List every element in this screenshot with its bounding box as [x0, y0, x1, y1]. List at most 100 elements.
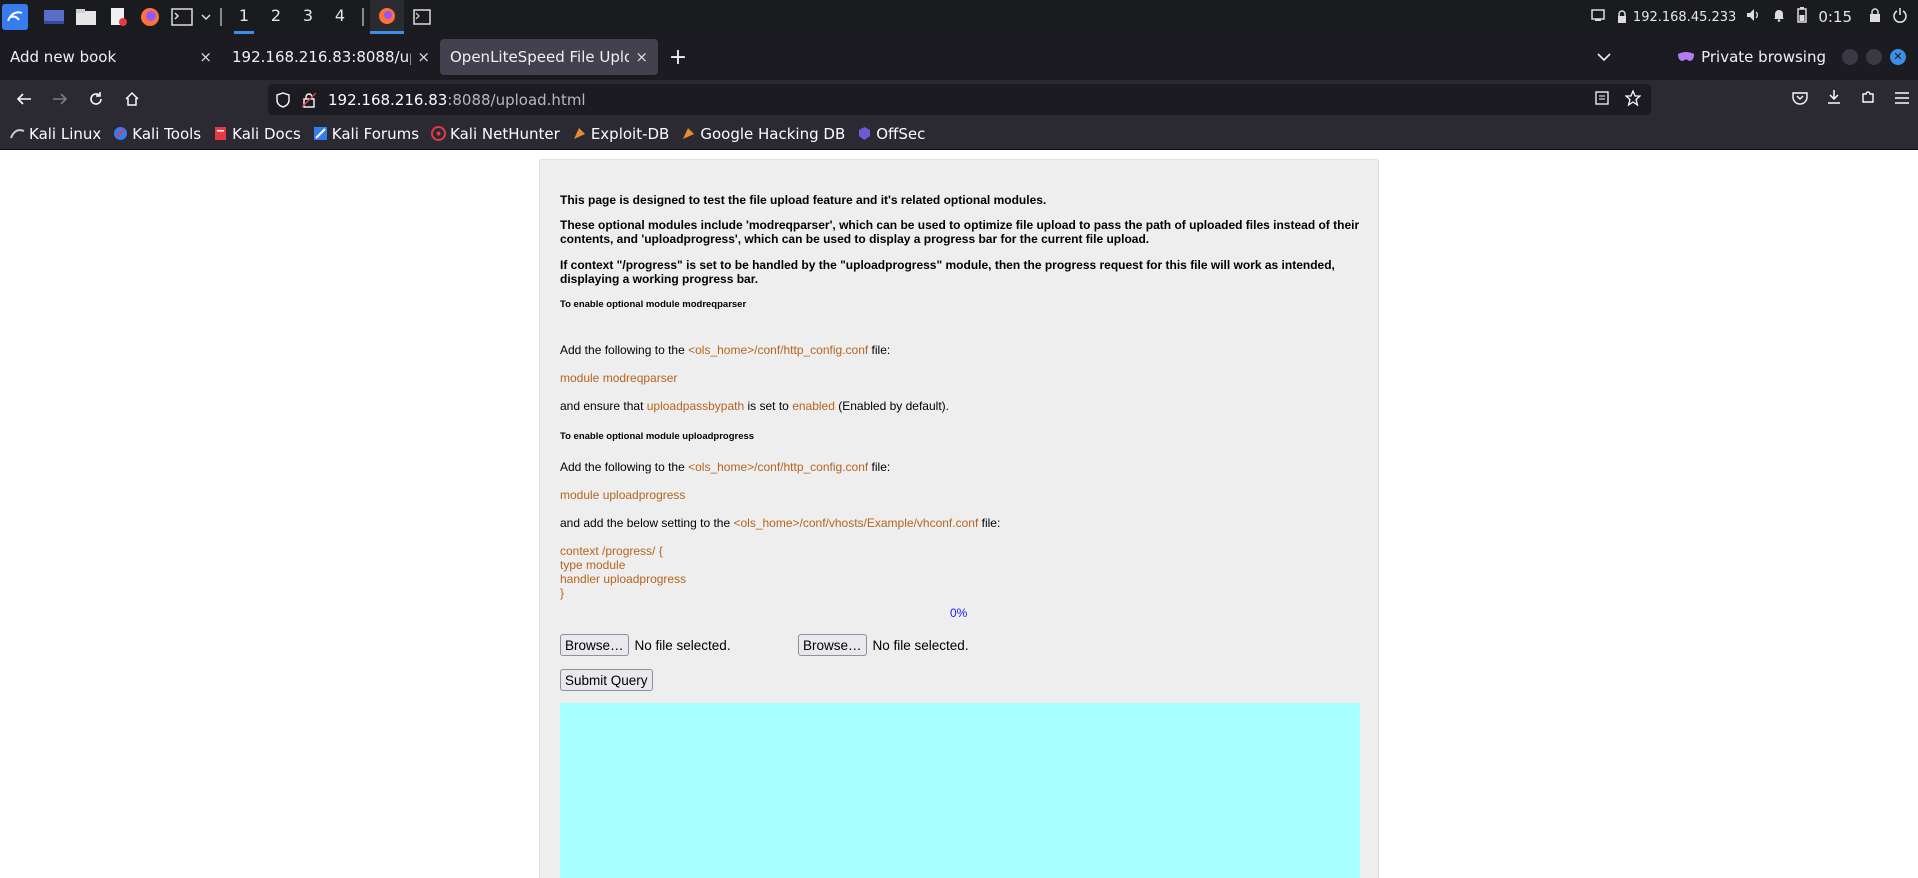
enabled-default-note: (Enabled by default). [834, 399, 949, 413]
tab-title: 192.168.216.83:8088/upload. [232, 48, 411, 66]
firefox-icon[interactable] [136, 3, 164, 31]
submit-query-button[interactable]: Submit Query [560, 669, 653, 691]
bookmark-label: Kali Docs [232, 124, 301, 143]
code-line: context /progress/ { [560, 544, 663, 558]
forward-button[interactable] [42, 84, 78, 114]
ensure-passbypath-line: and ensure that uploadpassbypath is set … [560, 399, 949, 413]
menu-hamburger-icon[interactable] [1894, 90, 1910, 109]
bookmark-label: Kali NetHunter [450, 124, 560, 143]
upload-test-panel: This page is designed to test the file u… [539, 159, 1379, 878]
url-bar[interactable]: 192.168.216.83:8088/upload.html [268, 84, 1651, 115]
instruction-suffix: file: [978, 516, 1001, 530]
forward-arrow-icon [53, 93, 68, 105]
bookmarks-toolbar: Kali Linux Kali Tools Kali Docs Kali For… [0, 118, 1918, 150]
volume-icon[interactable] [1746, 8, 1762, 26]
kali-dragon-icon [10, 129, 25, 139]
desktop-icon[interactable] [40, 3, 68, 31]
site-info-lock-icon[interactable] [302, 92, 316, 108]
clock[interactable]: 0:15 [1818, 8, 1852, 26]
downloads-icon[interactable] [1826, 89, 1842, 109]
text-editor-icon[interactable] [104, 3, 132, 31]
offsec-icon [859, 127, 871, 140]
network-icon [1617, 10, 1626, 23]
instruction-suffix: file: [868, 343, 891, 357]
kali-menu-icon[interactable] [2, 4, 28, 30]
file-manager-icon[interactable] [72, 3, 100, 31]
file-status-2: No file selected. [872, 637, 969, 653]
bookmark-kali-forums[interactable]: Kali Forums [313, 125, 419, 143]
file-input-1[interactable]: Browse… No file selected. [560, 634, 798, 656]
heading-uploadprogress: To enable optional module uploadprogress [560, 431, 755, 442]
separator [362, 8, 364, 26]
list-all-tabs-icon[interactable] [1597, 48, 1611, 66]
bookmark-kali-linux[interactable]: Kali Linux [10, 125, 101, 143]
pocket-icon[interactable] [1792, 90, 1808, 109]
lock-icon[interactable] [1868, 7, 1882, 27]
back-button[interactable] [6, 84, 42, 114]
google-hacking-db-icon [683, 128, 695, 139]
bookmark-label: Kali Tools [132, 124, 202, 143]
network-indicator[interactable]: 192.168.45.233 [1615, 10, 1736, 25]
tab-title: Add new book [10, 48, 117, 66]
tracking-protection-shield-icon[interactable] [276, 91, 290, 108]
bookmark-star-icon[interactable] [1624, 88, 1642, 110]
firefox-window-icon[interactable] [370, 0, 404, 34]
module-uploadprogress-line: module uploadprogress [560, 488, 686, 502]
browse-button-1[interactable]: Browse… [560, 634, 629, 656]
modreqparser-instruction: Add the following to the <ols_home>/conf… [560, 343, 890, 357]
kali-tools-icon [114, 127, 128, 140]
home-icon [125, 91, 139, 106]
private-browsing-indicator: Private browsing [1677, 48, 1826, 66]
code-line: } [560, 586, 565, 600]
close-icon[interactable]: × [193, 48, 212, 66]
notification-bell-icon[interactable] [1772, 8, 1786, 26]
ip-address: 192.168.45.233 [1632, 9, 1737, 25]
workspace-1[interactable]: 1 [228, 0, 260, 34]
file-input-2[interactable]: Browse… No file selected. [798, 634, 969, 656]
intro-paragraph-1: This page is designed to test the file u… [560, 193, 1047, 207]
bookmark-kali-nethunter[interactable]: Kali NetHunter [431, 125, 560, 143]
bookmark-exploit-db[interactable]: Exploit-DB [572, 125, 669, 143]
separator [220, 8, 222, 26]
uploadprogress-instruction: Add the following to the <ols_home>/conf… [560, 460, 890, 474]
kali-forums-icon [313, 127, 327, 140]
url-host: 192.168.216.83 [328, 90, 448, 109]
close-window-button[interactable]: ✕ [1890, 49, 1906, 65]
minimize-button[interactable] [1842, 49, 1858, 65]
bookmark-google-hacking-db[interactable]: Google Hacking DB [681, 125, 845, 143]
instruction-suffix: file: [868, 460, 891, 474]
bookmark-offsec[interactable]: OffSec [857, 125, 925, 143]
terminal-window-icon[interactable] [408, 3, 436, 31]
workspace-3[interactable]: 3 [292, 0, 324, 34]
screen-icon[interactable] [1591, 8, 1605, 26]
instruction-text: and add the below setting to the [560, 516, 734, 530]
workspace-4[interactable]: 4 [324, 0, 356, 34]
browser-tab-bar: Add new book × 192.168.216.83:8088/uploa… [0, 34, 1918, 80]
maximize-button[interactable] [1866, 49, 1882, 65]
chevron-down-icon[interactable] [198, 3, 214, 31]
back-arrow-icon [16, 93, 31, 105]
bookmark-kali-tools[interactable]: Kali Tools [113, 125, 201, 143]
url-text[interactable]: 192.168.216.83:8088/upload.html [328, 91, 586, 109]
new-tab-button[interactable]: + [658, 45, 698, 70]
home-button[interactable] [114, 84, 150, 114]
extensions-icon[interactable] [1860, 89, 1876, 109]
terminal-icon[interactable] [168, 3, 196, 31]
private-mask-icon [1678, 52, 1695, 61]
tab-upload-url[interactable]: 192.168.216.83:8088/upload. × [222, 39, 440, 75]
bookmark-label: Kali Linux [29, 124, 102, 143]
reader-view-icon[interactable] [1595, 90, 1609, 109]
tab-openlitespeed-upload[interactable]: OpenLiteSpeed File Upload T × [440, 39, 658, 75]
vhconf-path: <ols_home>/conf/vhosts/Example/vhconf.co… [733, 516, 979, 530]
reload-button[interactable] [78, 84, 114, 114]
bookmark-kali-docs[interactable]: Kali Docs [213, 125, 301, 143]
close-icon[interactable]: × [629, 48, 648, 66]
enabled-value: enabled [792, 399, 835, 413]
workspace-2[interactable]: 2 [260, 0, 292, 34]
browse-button-2[interactable]: Browse… [798, 634, 867, 656]
tab-add-new-book[interactable]: Add new book × [0, 39, 222, 75]
battery-icon[interactable] [1796, 7, 1808, 27]
http-config-path: <ols_home>/conf/http_config.conf [688, 460, 869, 474]
power-icon[interactable] [1892, 7, 1908, 27]
close-icon[interactable]: × [411, 48, 430, 66]
